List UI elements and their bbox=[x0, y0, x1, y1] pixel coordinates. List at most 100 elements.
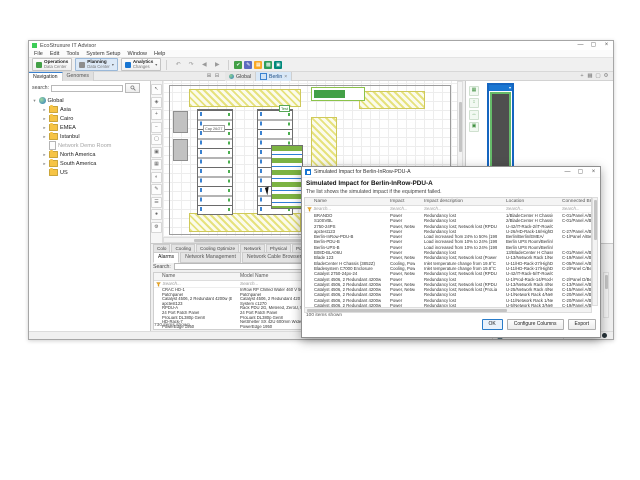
back-icon[interactable]: ◀ bbox=[198, 59, 210, 71]
bottom-panel-tab[interactable]: Network Cable Browser bbox=[242, 252, 307, 263]
configure-columns-button[interactable]: Configure Columns bbox=[507, 319, 564, 330]
close-tab-icon[interactable]: × bbox=[284, 74, 287, 80]
tree-item[interactable]: Network Demo Room bbox=[29, 141, 150, 150]
list-tool-icon[interactable]: ☰ bbox=[151, 197, 162, 208]
table-vertical-scrollbar[interactable] bbox=[603, 272, 609, 318]
tree-node-label: North America bbox=[60, 152, 95, 158]
reports-icon[interactable]: ▦ bbox=[254, 61, 262, 69]
impact-table: NameImpactImpact descriptionLocationConn… bbox=[304, 197, 592, 309]
expander-icon[interactable]: ▸ bbox=[42, 116, 47, 122]
tab-berlin[interactable]: Berlin × bbox=[256, 72, 292, 81]
maximize-button[interactable]: ▢ bbox=[587, 41, 600, 50]
genome-library-icon[interactable]: ▩ bbox=[264, 61, 272, 69]
app-logo-icon bbox=[32, 43, 37, 48]
rack-row[interactable] bbox=[271, 145, 303, 209]
crac-unit[interactable] bbox=[173, 139, 188, 161]
tab-global[interactable]: Global bbox=[225, 72, 256, 81]
redo-icon[interactable]: ↷ bbox=[185, 59, 197, 71]
audit-trail-icon[interactable]: ✔ bbox=[234, 61, 242, 69]
expander-icon[interactable]: ▸ bbox=[42, 134, 47, 140]
undo-icon[interactable]: ↶ bbox=[172, 59, 184, 71]
expander-icon[interactable]: ▾ bbox=[32, 98, 37, 104]
tree-item[interactable]: US bbox=[29, 168, 150, 177]
filter-input[interactable]: Search... bbox=[415, 206, 497, 212]
menu-item[interactable]: System Setup bbox=[86, 51, 120, 57]
record-tool-icon[interactable]: ● bbox=[151, 209, 162, 220]
filter-input[interactable]: Search... bbox=[497, 206, 553, 212]
chevron-down-icon: ▾ bbox=[112, 62, 114, 67]
bottom-panel-tab[interactable]: Network Management bbox=[180, 252, 241, 263]
export-icon[interactable]: ▣ bbox=[274, 61, 282, 69]
color-layer-tool-icon[interactable]: ◐ bbox=[151, 172, 162, 183]
menu-item[interactable]: Help bbox=[154, 51, 165, 57]
perspective-planning[interactable]: PlanningData Center ▾ bbox=[75, 58, 118, 71]
tree-item[interactable]: ▸ South America bbox=[29, 159, 150, 168]
rack-fit-height-icon[interactable]: ↕ bbox=[469, 98, 479, 108]
dock-view-icon[interactable]: ⊞ bbox=[205, 72, 213, 80]
tree-item[interactable]: ▸ North America bbox=[29, 150, 150, 159]
crac-unit[interactable] bbox=[173, 111, 188, 133]
tree-item[interactable]: ▾ Global bbox=[29, 96, 150, 105]
zoom-out-tool-icon[interactable]: − bbox=[151, 122, 162, 133]
collapse-view-icon[interactable]: ⊟ bbox=[213, 72, 221, 80]
ok-button[interactable]: OK bbox=[482, 319, 503, 330]
menu-item[interactable]: Tools bbox=[66, 51, 79, 57]
settings-tool-icon[interactable]: ⚙ bbox=[151, 222, 162, 233]
column-header[interactable]: Name bbox=[305, 198, 381, 205]
forward-icon[interactable]: ▶ bbox=[211, 59, 223, 71]
close-button[interactable]: × bbox=[600, 41, 613, 50]
tree-item[interactable]: ▸ Istanbul bbox=[29, 132, 150, 141]
minimize-button[interactable]: — bbox=[574, 41, 587, 50]
rack-panel-icon[interactable]: ▣ bbox=[469, 122, 479, 132]
expander-icon[interactable]: ▸ bbox=[42, 125, 47, 131]
location-search-input[interactable] bbox=[51, 85, 123, 92]
planning-icon bbox=[79, 62, 85, 68]
overview-tool-icon[interactable]: ▣ bbox=[151, 147, 162, 158]
layers-tool-icon[interactable]: ▦ bbox=[151, 159, 162, 170]
menu-item[interactable]: File bbox=[34, 51, 43, 57]
perspective-analytics[interactable]: AnalyticsChanges ▾ bbox=[121, 58, 161, 71]
filter-input[interactable]: Search... bbox=[163, 281, 181, 287]
search-button[interactable] bbox=[125, 83, 140, 93]
menu-item[interactable]: Window bbox=[127, 51, 147, 57]
perspective-operations[interactable]: OperationsData Center bbox=[32, 58, 72, 71]
edit-tool-icon[interactable]: ✎ bbox=[151, 184, 162, 195]
left-panel-tab[interactable]: Navigation bbox=[29, 72, 63, 81]
bottom-panel-tab[interactable]: Alarms bbox=[153, 252, 179, 263]
tree-item[interactable]: ▸ Asia bbox=[29, 105, 150, 114]
tree-item[interactable]: ▸ Cairo bbox=[29, 114, 150, 123]
dialog-horizontal-scrollbar[interactable] bbox=[304, 307, 592, 313]
column-header[interactable]: Impact bbox=[381, 198, 415, 205]
expander-icon[interactable]: ▸ bbox=[42, 107, 47, 113]
expander-icon[interactable]: ▸ bbox=[42, 152, 47, 158]
filter-input[interactable]: Search... bbox=[553, 206, 591, 212]
work-orders-icon[interactable]: ✎ bbox=[244, 61, 252, 69]
filter-input[interactable]: Search... bbox=[314, 206, 332, 212]
menu-item[interactable]: Edit bbox=[50, 51, 59, 57]
left-panel-tab[interactable]: Genomes bbox=[63, 72, 95, 81]
rack-menu-icon[interactable]: ▾ bbox=[509, 85, 511, 91]
zoom-fit-tool-icon[interactable]: ▢ bbox=[151, 134, 162, 145]
zoom-in-icon[interactable]: + bbox=[578, 72, 586, 80]
column-header[interactable]: Location bbox=[497, 198, 553, 205]
column-header[interactable]: Name bbox=[154, 273, 232, 280]
column-header[interactable]: Connected Breaker bbox=[553, 198, 591, 205]
rack-fit-width-icon[interactable]: ↔ bbox=[469, 110, 479, 120]
expander-icon[interactable]: ▸ bbox=[42, 161, 47, 167]
dialog-close-button[interactable]: × bbox=[587, 168, 600, 177]
column-header[interactable]: Impact description bbox=[415, 198, 497, 205]
rack-grid-icon[interactable]: ▦ bbox=[469, 86, 479, 96]
select-tool-icon[interactable]: ↖ bbox=[151, 84, 162, 95]
grid-view-icon[interactable]: ▦ bbox=[586, 72, 594, 80]
tree-node-icon bbox=[49, 124, 58, 131]
zoom-in-tool-icon[interactable]: + bbox=[151, 109, 162, 120]
new-window-icon[interactable]: ▢ bbox=[594, 72, 602, 80]
settings-icon[interactable]: ⚙ bbox=[602, 72, 610, 80]
dialog-vertical-scrollbar[interactable] bbox=[592, 197, 598, 306]
export-button[interactable]: Export bbox=[568, 319, 596, 330]
pan-tool-icon[interactable]: ◈ bbox=[151, 97, 162, 108]
tree-item[interactable]: ▸ EMEA bbox=[29, 123, 150, 132]
dialog-minimize-button[interactable]: — bbox=[561, 168, 574, 177]
filter-input[interactable]: Search... bbox=[381, 206, 415, 212]
dialog-maximize-button[interactable]: ▢ bbox=[574, 168, 587, 177]
